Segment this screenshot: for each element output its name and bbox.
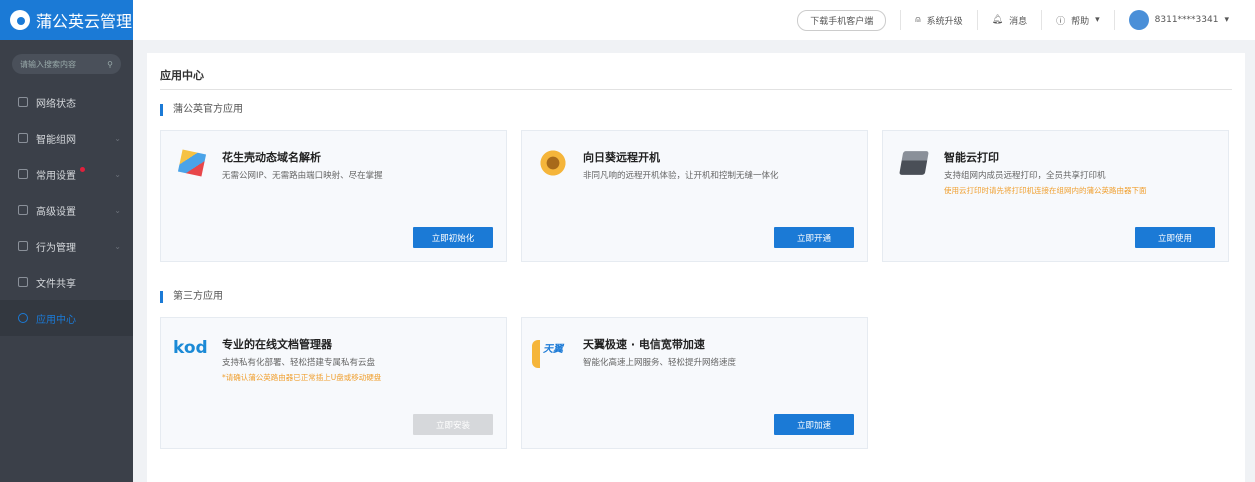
kod-logo: kod: [173, 338, 208, 358]
sidebar-item-common-settings[interactable]: 常用设置 ⌄: [0, 156, 133, 192]
printer-icon: [899, 151, 929, 175]
sidebar-item-label: 文件共享: [36, 278, 76, 290]
messages-label: 消息: [1009, 16, 1028, 27]
upgrade-icon: ⍝: [915, 15, 921, 25]
app-center-panel: 应用中心 蒲公英官方应用 花生壳动态域名解析 无需公网IP、无需路由端口映射、尽…: [147, 53, 1245, 482]
app-card-kod: kod 专业的在线文档管理器 支持私有化部署、轻松搭建专属私有云盘 *请确认蒲公…: [160, 317, 507, 449]
app-title: 天翼极速 · 电信宽带加速: [583, 338, 705, 351]
app-card-tianyi: 天翼 天翼极速 · 电信宽带加速 智能化高速上网服务、轻松提升网络速度 立即加速: [521, 317, 868, 449]
sunflower-icon: [538, 149, 568, 177]
app-center-icon: [18, 313, 28, 323]
help-label: 帮助: [1071, 16, 1090, 27]
install-button[interactable]: 立即安装: [413, 414, 493, 435]
upgrade-label: 系统升级: [926, 16, 963, 27]
sidebar-item-label: 网络状态: [36, 98, 76, 110]
bell-icon: 🔔︎: [991, 15, 1004, 25]
sidebar-item-label: 智能组网: [36, 134, 76, 146]
app-title: 蒲公英云管理: [36, 12, 133, 31]
page-title: 应用中心: [160, 69, 204, 82]
chevron-down-icon: ⌄: [114, 241, 121, 251]
app-desc: 支持组网内成员远程打印，全员共享打印机: [944, 171, 1106, 181]
system-upgrade-button[interactable]: ⍝ 系统升级: [900, 10, 976, 30]
cube-icon: [177, 149, 207, 177]
sidebar-item-label: 应用中心: [36, 314, 76, 326]
app-desc: 智能化高速上网服务、轻松提升网络速度: [583, 358, 737, 368]
app-card-sunlogin: 向日葵远程开机 非同凡响的远程开机体验，让开机和控制无缝一体化 立即开通: [521, 130, 868, 262]
app-title: 向日葵远程开机: [583, 151, 660, 164]
sidebar-item-behavior-management[interactable]: 行为管理 ⌄: [0, 228, 133, 264]
user-menu[interactable]: 8311****3341 ▾: [1113, 10, 1243, 30]
messages-button[interactable]: 🔔︎ 消息: [976, 10, 1041, 30]
download-client-button[interactable]: 下载手机客户端: [797, 9, 887, 31]
chevron-down-icon: ⌄: [114, 205, 121, 215]
app-note: *请确认蒲公英路由器已正常插上U盘或移动硬盘: [222, 373, 382, 382]
app-card-cloud-print: 智能云打印 支持组网内成员远程打印，全员共享打印机 使用云打印时请先将打印机连接…: [882, 130, 1229, 262]
sidebar-item-app-center[interactable]: 应用中心: [0, 300, 133, 336]
app-desc: 支持私有化部署、轻松搭建专属私有云盘: [222, 358, 376, 368]
sidebar-item-advanced-settings[interactable]: 高级设置 ⌄: [0, 192, 133, 228]
settings-icon: [18, 169, 28, 179]
user-name: 8311****3341: [1154, 15, 1219, 25]
network-map-icon: [18, 133, 28, 143]
use-button[interactable]: 立即使用: [1135, 227, 1215, 248]
section-official: 蒲公英官方应用: [160, 104, 243, 116]
init-button[interactable]: 立即初始化: [413, 227, 493, 248]
sidebar-item-label: 高级设置: [36, 206, 76, 218]
sidebar-item-network-status[interactable]: 网络状态: [0, 84, 133, 120]
search-placeholder: 请输入搜索内容: [20, 59, 76, 69]
top-bar: 下载手机客户端 ⍝ 系统升级 🔔︎ 消息 ⓘ 帮助 ▾ 8311****3341 ▾: [133, 0, 1255, 40]
sidebar-item-label: 行为管理: [36, 242, 76, 254]
folder-icon: [18, 277, 28, 287]
accelerate-button[interactable]: 立即加速: [774, 414, 854, 435]
activate-button[interactable]: 立即开通: [774, 227, 854, 248]
search-icon[interactable]: ⚲: [107, 60, 113, 69]
avatar: [1128, 10, 1149, 30]
app-title: 花生壳动态域名解析: [222, 151, 321, 164]
section-third-party: 第三方应用: [160, 291, 223, 303]
app-card-oray-ddns: 花生壳动态域名解析 无需公网IP、无需路由端口映射、尽在掌握 立即初始化: [160, 130, 507, 262]
chevron-down-icon: ⌄: [114, 169, 121, 179]
eye-icon: [18, 241, 28, 251]
sidebar-item-smart-network[interactable]: 智能组网 ⌄: [0, 120, 133, 156]
caret-down-icon: ▾: [1095, 15, 1100, 25]
sidebar: 蒲公英云管理 请输入搜索内容 ⚲ 网络状态 智能组网 ⌄ 常用设置 ⌄ 高级设置 ⌄ 行…: [0, 0, 133, 482]
dandelion-logo-icon: [10, 10, 30, 30]
app-title: 智能云打印: [944, 151, 999, 164]
advanced-icon: [18, 205, 28, 215]
search-input[interactable]: 请输入搜索内容 ⚲: [12, 54, 121, 74]
app-desc: 无需公网IP、无需路由端口映射、尽在掌握: [222, 171, 383, 181]
sidebar-item-label: 常用设置: [36, 170, 76, 182]
notification-dot: [80, 167, 85, 172]
help-icon: ⓘ: [1056, 16, 1066, 27]
app-title: 专业的在线文档管理器: [222, 338, 332, 351]
chevron-down-icon: ⌄: [114, 133, 121, 143]
help-menu[interactable]: ⓘ 帮助 ▾: [1041, 10, 1114, 30]
sidebar-item-file-share[interactable]: 文件共享: [0, 264, 133, 300]
network-icon: [18, 97, 28, 107]
app-logo[interactable]: 蒲公英云管理: [0, 0, 133, 40]
app-desc: 非同凡响的远程开机体验，让开机和控制无缝一体化: [583, 171, 779, 181]
caret-down-icon: ▾: [1224, 15, 1229, 25]
app-note: 使用云打印时请先将打印机连接在组网内的蒲公英路由器下面: [944, 186, 1147, 195]
tianyi-logo: 天翼: [532, 340, 574, 368]
divider: [160, 89, 1232, 90]
